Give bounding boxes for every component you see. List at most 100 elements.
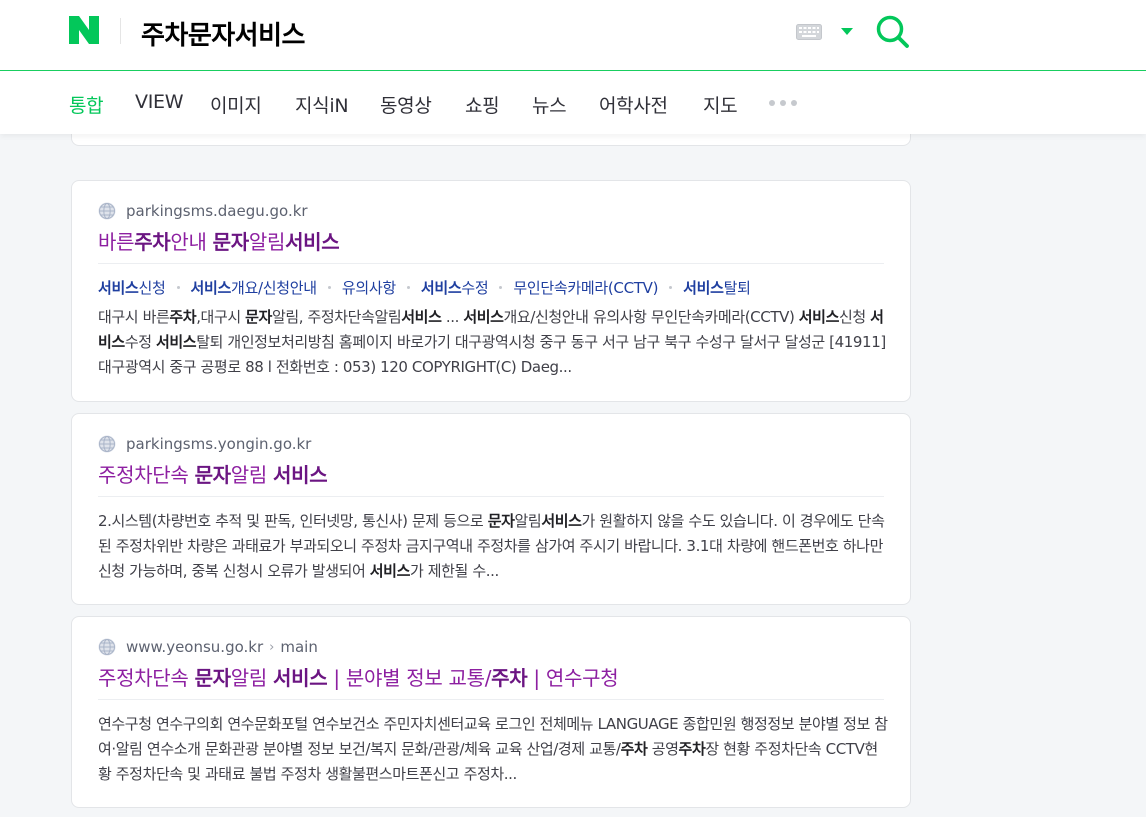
highlighted-term: 주차	[491, 666, 528, 690]
result-title-link[interactable]: 주정차단속 문자알림 서비스 | 분야별 정보 교통/주차 | 연수구청	[98, 662, 619, 691]
sublink[interactable]: 서비스수정	[421, 277, 489, 298]
highlighted-term: 서비스	[463, 308, 504, 326]
chevron-right-icon: ›	[269, 639, 275, 655]
sublink[interactable]: 서비스탈퇴	[683, 277, 751, 298]
text-segment: ,대구시	[196, 308, 246, 326]
text-segment: ...	[441, 308, 464, 326]
separator-dot	[176, 286, 180, 289]
globe-icon	[98, 638, 116, 656]
tab-map[interactable]: 지도	[703, 91, 738, 118]
result-title-link[interactable]: 주정차단속 문자알림 서비스	[98, 459, 328, 488]
text-segment: 공영	[647, 740, 679, 758]
result-card: parkingsms.daegu.go.kr 바른주차안내 문자알림서비스 서비…	[71, 180, 911, 402]
highlighted-term: 서비스	[273, 463, 328, 487]
highlighted-term: 문자	[194, 463, 232, 487]
sublink[interactable]: 서비스개요/신청안내	[190, 277, 318, 298]
text-segment: 수정	[124, 333, 156, 351]
result-source[interactable]: www.yeonsu.go.kr › main	[98, 637, 318, 657]
result-source[interactable]: parkingsms.yongin.go.kr	[98, 434, 311, 454]
highlighted-term: 문자	[245, 308, 272, 326]
top-bar: 주차문자서비스	[0, 0, 1146, 71]
result-description: 대구시 바른주차,대구시 문자알림, 주정차단속알림서비스 ... 서비스개요/…	[98, 305, 888, 380]
highlighted-term: 서비스	[155, 333, 197, 351]
highlighted-term: 주차	[620, 740, 648, 758]
separator-dot	[499, 286, 503, 289]
text-segment: 알림	[248, 230, 286, 254]
highlighted-term: 서비스	[273, 666, 328, 690]
text-segment: 알림, 주정차단속알림	[271, 308, 402, 326]
text-segment: 가 제한될 수...	[409, 562, 499, 580]
tab-news[interactable]: 뉴스	[532, 91, 567, 118]
highlighted-term: 서비스	[683, 279, 724, 297]
source-url: parkingsms.yongin.go.kr	[126, 435, 312, 453]
highlighted-term: 문자	[194, 666, 232, 690]
source-url: www.yeonsu.go.kr	[126, 638, 264, 656]
search-icon[interactable]	[874, 13, 910, 49]
text-segment: 주정차단속	[98, 666, 195, 690]
text-segment: 알림	[230, 666, 274, 690]
text-segment: 알림	[514, 512, 542, 530]
text-segment: 알림	[230, 463, 274, 487]
highlighted-term: 주차	[678, 740, 706, 758]
divider	[98, 496, 884, 497]
divider	[98, 263, 884, 264]
tab-knowledge-in[interactable]: 지식iN	[295, 91, 349, 118]
text-segment: 유의사항	[341, 279, 396, 297]
text-segment: 수정	[461, 279, 489, 297]
result-source[interactable]: parkingsms.daegu.go.kr	[98, 201, 308, 221]
source-breadcrumb: main	[280, 638, 318, 656]
text-segment: | 연수구청	[527, 666, 619, 690]
highlighted-term: 서비스	[369, 562, 411, 580]
highlighted-term: 서비스	[285, 230, 340, 254]
text-segment: 바른	[98, 230, 135, 254]
more-icon[interactable]	[768, 99, 798, 107]
text-segment: 개요/신청안내 유의사항 무인단속카메라(CCTV)	[503, 308, 799, 326]
tab-all[interactable]: 통합	[69, 91, 104, 118]
text-segment: 2.시스템(차량번호 추적 및 판독, 인터넷망, 통신사) 문제 등으로	[98, 512, 488, 530]
naver-logo[interactable]	[69, 16, 99, 44]
text-segment: 신청	[838, 308, 871, 326]
site-sublinks: 서비스신청 서비스개요/신청안내 유의사항 서비스수정 무인단속카메라(CCTV) 서비스…	[98, 277, 751, 298]
tab-view[interactable]: VIEW	[135, 91, 184, 113]
tab-images[interactable]: 이미지	[210, 91, 262, 118]
tab-shopping[interactable]: 쇼핑	[465, 91, 500, 118]
highlighted-term: 문자	[487, 512, 515, 530]
result-title-link[interactable]: 바른주차안내 문자알림서비스	[98, 226, 340, 255]
chevron-down-icon[interactable]	[840, 27, 854, 36]
result-card: parkingsms.yongin.go.kr 주정차단속 문자알림 서비스 2…	[71, 413, 911, 605]
separator-dot	[327, 286, 331, 289]
globe-icon	[98, 202, 116, 220]
result-card: www.yeonsu.go.kr › main 주정차단속 문자알림 서비스 |…	[71, 616, 911, 808]
text-segment: 개요/신청안내	[231, 279, 317, 297]
text-segment: 대구시 바른	[98, 308, 170, 326]
highlighted-term: 서비스	[190, 279, 232, 297]
text-segment: | 분야별 정보 교통/	[327, 666, 492, 690]
highlighted-term: 서비스	[541, 512, 582, 530]
sublink[interactable]: 유의사항	[342, 277, 396, 298]
text-segment: 안내	[170, 230, 213, 254]
keyboard-icon[interactable]	[796, 24, 822, 40]
tab-video[interactable]: 동영상	[380, 91, 432, 118]
text-segment: 신청	[138, 279, 166, 297]
source-url: parkingsms.daegu.go.kr	[126, 202, 308, 220]
tab-dictionary[interactable]: 어학사전	[599, 91, 668, 118]
highlighted-term: 서비스	[401, 308, 442, 326]
search-tabs: 통합 VIEW 이미지 지식iN 동영상 쇼핑 뉴스 어학사전 지도	[0, 72, 1146, 134]
text-segment: 탈퇴	[723, 279, 751, 297]
sublink[interactable]: 무인단속카메라(CCTV)	[513, 277, 658, 298]
highlighted-term: 문자	[212, 230, 250, 254]
text-segment: 무인단속카메라(CCTV)	[513, 279, 659, 297]
highlighted-term: 서비스	[798, 308, 840, 326]
divider	[98, 699, 884, 700]
text-segment: 주정차단속	[98, 463, 195, 487]
separator-dot	[669, 286, 673, 289]
logo-divider	[120, 18, 121, 44]
highlighted-term: 주차	[169, 308, 197, 326]
search-query-input[interactable]: 주차문자서비스	[141, 15, 305, 52]
separator-dot	[406, 286, 410, 289]
search-header: 주차문자서비스 통합 VIEW 이미지 지식iN 동영상 쇼핑 뉴스 어학사전 …	[0, 0, 1146, 134]
result-description: 2.시스템(차량번호 추적 및 판독, 인터넷망, 통신사) 문제 등으로 문자…	[98, 509, 888, 584]
text-segment: 탈퇴 개인정보처리방침 홈페이지 바로가기 대구광역시청 중구 동구 서구 남구…	[98, 333, 886, 376]
sublink[interactable]: 서비스신청	[98, 277, 166, 298]
result-description: 연수구청 연수구의회 연수문화포털 연수보건소 주민자치센터교육 로그인 전체메…	[98, 712, 888, 787]
